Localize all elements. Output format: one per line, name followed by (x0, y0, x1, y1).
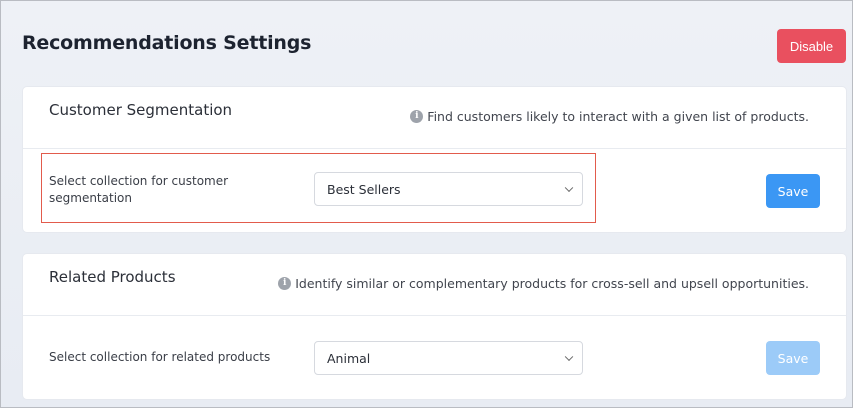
section-description: i Find customers likely to interact with… (410, 109, 809, 124)
disable-button[interactable]: Disable (777, 29, 846, 63)
chevron-down-icon (564, 352, 574, 362)
card-header: Customer Segmentation i Find customers l… (23, 87, 846, 149)
info-icon: i (278, 277, 292, 290)
section-title: Related Products (49, 268, 176, 286)
section-description-text: Find customers likely to interact with a… (427, 109, 809, 124)
page-title: Recommendations Settings (22, 32, 312, 54)
select-value: Best Sellers (327, 181, 401, 197)
section-description: i Identify similar or complementary prod… (278, 276, 809, 291)
info-icon: i (410, 110, 424, 123)
related-products-card: Related Products i Identify similar or c… (23, 254, 846, 399)
card-header: Related Products i Identify similar or c… (23, 254, 846, 316)
customer-segmentation-card: Customer Segmentation i Find customers l… (23, 87, 846, 232)
related-products-collection-select[interactable]: Animal (314, 341, 583, 375)
section-description-text: Identify similar or complementary produc… (295, 276, 809, 291)
segmentation-collection-select[interactable]: Best Sellers (314, 172, 583, 206)
select-value: Animal (327, 350, 371, 366)
save-related-products-button[interactable]: Save (766, 341, 820, 375)
app-frame: Recommendations Settings Disable Custome… (0, 0, 853, 408)
save-segmentation-button[interactable]: Save (766, 174, 820, 208)
collection-select-label: Select collection for related products (49, 350, 271, 364)
section-title: Customer Segmentation (49, 101, 233, 119)
chevron-down-icon (564, 183, 574, 193)
collection-select-label: Select collection for customer segmentat… (49, 174, 229, 205)
